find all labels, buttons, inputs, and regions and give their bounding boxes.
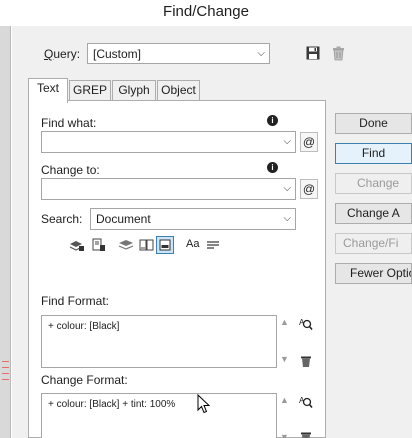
change-format-value: + colour: [Black] + tint: 100%: [48, 399, 176, 410]
hidden-layers-icon[interactable]: [118, 237, 134, 253]
query-value: [Custom]: [93, 47, 142, 61]
chevron-down-icon: ⌵: [283, 136, 291, 147]
tab-panel: Find what: i ⌵ @ Change to: i ⌵ @ Search…: [28, 100, 326, 438]
change-format-box[interactable]: + colour: [Black] + tint: 100%: [41, 393, 277, 438]
tab-text[interactable]: Text: [28, 78, 68, 103]
search-scope-select[interactable]: Document ⌵: [90, 208, 296, 230]
chevron-down-icon: ⌵: [257, 48, 265, 59]
specify-find-format-icon[interactable]: A: [297, 315, 313, 331]
fewer-options-button[interactable]: Fewer Optio: [335, 263, 412, 284]
master-pages-icon[interactable]: [138, 237, 154, 253]
scroll-up-icon[interactable]: ▲: [280, 395, 289, 405]
case-sensitive-icon[interactable]: Aa: [186, 238, 199, 250]
window-title: Find/Change: [163, 3, 249, 20]
specify-change-format-icon[interactable]: A: [297, 393, 313, 409]
scroll-down-icon[interactable]: ▼: [280, 354, 289, 364]
whole-word-icon[interactable]: [205, 237, 221, 253]
locked-layers-icon[interactable]: [69, 237, 85, 253]
scroll-up-icon[interactable]: ▲: [280, 317, 289, 327]
tab-label: Glyph: [118, 83, 150, 97]
mouse-cursor-icon: [197, 393, 211, 417]
query-select[interactable]: [Custom] ⌵: [87, 43, 270, 64]
tab-label: GREP: [72, 83, 107, 97]
footnotes-icon[interactable]: [156, 236, 174, 254]
tab-glyph[interactable]: Glyph: [112, 80, 156, 101]
special-characters-change-icon[interactable]: @: [300, 179, 318, 199]
find-change-dialog: Query: [Custom] ⌵ Text GREP Glyph Object: [12, 26, 412, 438]
change-all-button[interactable]: Change A: [335, 203, 412, 224]
delete-query-icon[interactable]: [330, 44, 346, 62]
tab-grep[interactable]: GREP: [69, 80, 111, 101]
scroll-down-icon[interactable]: ▼: [280, 432, 289, 438]
tab-object[interactable]: Object: [157, 80, 200, 101]
special-characters-find-icon[interactable]: @: [300, 132, 318, 152]
find-what-label: Find what:: [41, 116, 97, 130]
done-button[interactable]: Done: [335, 113, 412, 134]
find-format-box[interactable]: + colour: [Black]: [41, 315, 277, 368]
tab-label: Object: [161, 83, 196, 97]
locked-stories-icon[interactable]: [91, 237, 107, 253]
find-button[interactable]: Find: [335, 143, 412, 164]
find-format-value: + colour: [Black]: [48, 321, 120, 332]
change-to-input[interactable]: ⌵: [41, 178, 296, 200]
chevron-down-icon: ⌵: [283, 213, 291, 224]
change-to-label: Change to:: [41, 163, 100, 177]
info-icon: i: [267, 162, 278, 173]
info-icon: i: [267, 115, 278, 126]
tab-label: Text: [36, 81, 59, 95]
background-window-strip: [0, 26, 11, 438]
find-what-input[interactable]: ⌵: [41, 131, 296, 153]
clear-change-format-icon[interactable]: [298, 429, 314, 438]
change-button[interactable]: Change: [335, 173, 412, 194]
find-format-label: Find Format:: [41, 294, 110, 308]
change-format-label: Change Format:: [41, 373, 128, 387]
query-label: Query:: [44, 47, 81, 61]
save-query-icon[interactable]: [304, 44, 322, 62]
search-label: Search:: [41, 212, 83, 226]
change-find-button[interactable]: Change/Fi: [335, 233, 412, 254]
clear-find-format-icon[interactable]: [298, 353, 314, 369]
chevron-down-icon: ⌵: [283, 183, 291, 194]
